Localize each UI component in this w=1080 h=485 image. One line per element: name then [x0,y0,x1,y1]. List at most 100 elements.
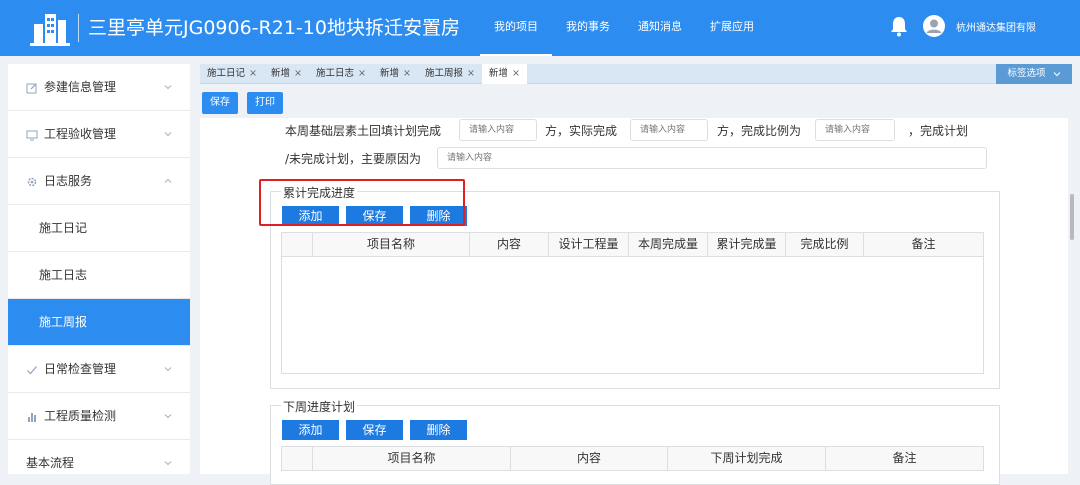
close-icon[interactable]: × [294,68,302,79]
column-header: 本周完成量 [629,233,708,257]
top-header: 三里亭单元JG0906-R21-10地块拆迁安置房 我的项目 我的事务 通知消息… [0,0,1080,56]
delete-button[interactable]: 删除 [410,206,467,226]
save-button[interactable]: 保存 [346,206,403,226]
bell-icon[interactable] [890,15,908,37]
table-body [282,257,984,374]
monitor-icon [26,130,38,141]
close-icon[interactable]: × [467,68,475,79]
check-icon [27,366,37,375]
nav-notifications[interactable]: 通知消息 [624,0,696,56]
logo-divider [78,14,79,42]
app-title: 三里亭单元JG0906-R21-10地块拆迁安置房 [88,17,460,39]
completion-ratio-label: 方，完成比例为 [717,124,802,138]
tab-label: 新增 [270,68,290,79]
planned-amount-input[interactable] [459,119,537,141]
chevron-down-icon [164,367,172,372]
print-button[interactable]: 打印 [247,92,283,114]
column-header: 设计工程量 [549,233,629,257]
sidebar: 参建信息管理 工程验收管理 日志服务 施工日记 施工日志 施工周报 日常检查管理… [8,64,190,474]
cumulative-progress-table: 项目名称 内容 设计工程量 本周完成量 累计完成量 完成比例 备注 [281,232,984,374]
organization-name[interactable]: 杭州通达集团有限 [956,19,1036,34]
save-button[interactable]: 保存 [202,92,238,114]
tab-label: 新增 [379,68,399,79]
tab-weekly-report[interactable]: 施工周报 × [418,64,482,84]
top-nav: 我的项目 我的事务 通知消息 扩展应用 [480,0,768,56]
tab-label: 施工日记 [207,68,246,79]
reason-input[interactable] [437,147,987,169]
complete-plan-label: ，完成计划 [908,124,969,138]
column-header: 内容 [470,233,549,257]
column-header-select [282,233,313,257]
close-icon[interactable]: × [358,68,366,79]
sidebar-item-quality-testing[interactable]: 工程质量检测 [8,393,190,440]
add-button[interactable]: 添加 [282,206,339,226]
close-icon[interactable]: × [403,68,411,79]
chevron-down-icon [164,132,172,137]
column-header: 项目名称 [313,447,511,471]
sidebar-item-label: 施工日志 [39,268,88,282]
sidebar-item-label: 施工周报 [39,315,88,329]
sidebar-item-participants[interactable]: 参建信息管理 [8,64,190,111]
sidebar-item-label: 基本流程 [26,456,75,470]
completion-ratio-input[interactable] [815,119,895,141]
chevron-down-icon [164,461,172,466]
table-header-row: 项目名称 内容 下周计划完成 备注 [282,447,984,471]
delete-button[interactable]: 删除 [410,420,467,440]
chevron-up-icon [164,178,172,183]
plan-completion-label: 本周基础层素土回填计划完成 [285,124,442,138]
actual-completion-label: 方，实际完成 [545,124,618,138]
column-header: 项目名称 [313,233,470,257]
user-avatar-icon[interactable] [923,15,945,37]
add-button[interactable]: 添加 [282,420,339,440]
column-header: 完成比例 [786,233,864,257]
tab-construction-log[interactable]: 施工日志 × [309,64,373,84]
sidebar-item-basic-flow[interactable]: 基本流程 [8,440,190,474]
sidebar-item-label: 施工日记 [39,221,88,235]
scrollbar[interactable] [1070,118,1074,474]
tab-new-1[interactable]: 新增 × [264,64,309,84]
sidebar-item-construction-diary[interactable]: 施工日记 [8,205,190,252]
tab-construction-diary[interactable]: 施工日记 × [200,64,264,84]
actual-amount-input[interactable] [630,119,708,141]
column-header-select [282,447,313,471]
next-week-plan-table: 项目名称 内容 下周计划完成 备注 [281,446,984,471]
tab-new-2[interactable]: 新增 × [373,64,418,84]
sidebar-item-label: 日常检查管理 [44,362,117,376]
save-button[interactable]: 保存 [346,420,403,440]
reason-label: /未完成计划，主要原因为 [285,152,422,166]
nav-my-projects[interactable]: 我的项目 [480,0,552,56]
sidebar-item-label: 工程验收管理 [44,127,117,141]
column-header: 备注 [864,233,984,257]
sidebar-item-acceptance[interactable]: 工程验收管理 [8,111,190,158]
chart-icon [28,413,36,422]
building-logo-icon [30,14,70,46]
sidebar-item-log-service[interactable]: 日志服务 [8,158,190,205]
tab-label: 施工日志 [315,68,354,79]
sidebar-item-daily-inspection[interactable]: 日常检查管理 [8,346,190,393]
chevron-down-icon [1053,71,1060,76]
tabs-bar: 施工日记 × 新增 × 施工日志 × 新增 × 施工周报 × 新增 × 标签选项 [200,64,1072,84]
tab-new-3[interactable]: 新增 × [481,64,527,84]
tag-options-dropdown[interactable]: 标签选项 [996,64,1072,84]
column-header: 下周计划完成 [668,447,826,471]
sidebar-item-label: 日志服务 [44,174,93,188]
sidebar-item-construction-log[interactable]: 施工日志 [8,252,190,299]
table-header-row: 项目名称 内容 设计工程量 本周完成量 累计完成量 完成比例 备注 [282,233,984,257]
column-header: 累计完成量 [708,233,786,257]
tab-label: 新增 [488,68,508,79]
column-header: 内容 [511,447,668,471]
tab-label: 施工周报 [424,68,463,79]
nav-my-tasks[interactable]: 我的事务 [552,0,624,56]
chevron-down-icon [164,85,172,90]
nav-extensions[interactable]: 扩展应用 [696,0,768,56]
chevron-down-icon [164,414,172,419]
sidebar-item-weekly-report[interactable]: 施工周报 [8,299,190,346]
sidebar-item-label: 工程质量检测 [44,409,117,423]
scrollbar-thumb[interactable] [1070,194,1074,240]
column-header: 备注 [826,447,984,471]
next-week-plan-section [270,405,1000,485]
close-icon[interactable]: × [249,68,257,79]
section-title: 下周进度计划 [281,398,358,415]
gear-icon [27,177,37,187]
close-icon[interactable]: × [512,68,520,79]
